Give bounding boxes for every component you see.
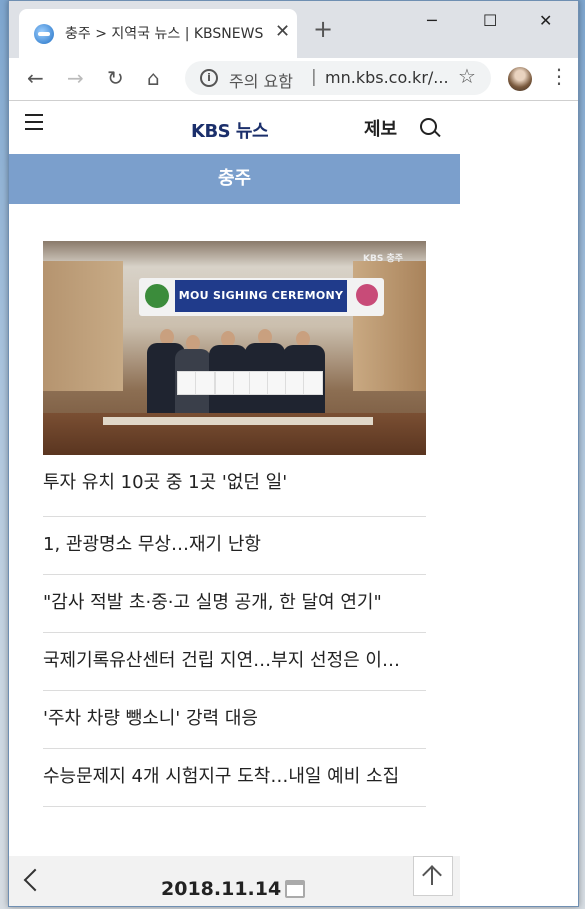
title-bar: 충주 > 지역국 뉴스 | KBSNEWS ✕ + ─ ☐ ✕ xyxy=(9,1,578,58)
tab-title: 충주 > 지역국 뉴스 | KBSNEWS xyxy=(65,26,264,42)
browser-tab[interactable]: 충주 > 지역국 뉴스 | KBSNEWS ✕ xyxy=(19,9,297,58)
brand-watermark: KBS 충주 xyxy=(363,254,404,264)
empty-viewport-area xyxy=(460,101,578,906)
home-icon[interactable]: ⌂ xyxy=(147,66,160,90)
featured-headline[interactable]: 투자 유치 10곳 중 1곳 '없던 일' xyxy=(43,468,287,494)
security-warning: 주의 요함 xyxy=(229,72,293,91)
report-button[interactable]: 제보 xyxy=(364,115,397,141)
province-logo-icon xyxy=(145,284,169,308)
current-date[interactable]: 2018.11.14 xyxy=(161,878,281,900)
hero-image[interactable]: MOU SIGHING CEREMONY KBS 충주 xyxy=(43,241,426,455)
browser-toolbar: ← → ↻ ⌂ i 주의 요함 | mn.kbs.co.kr/... ☆ ⋮ xyxy=(9,58,578,101)
star-icon[interactable]: ☆ xyxy=(458,64,476,88)
info-icon[interactable]: i xyxy=(200,69,218,87)
banner-title: MOU SIGHING CEREMONY xyxy=(178,289,344,302)
prev-date-icon[interactable] xyxy=(23,868,47,892)
back-arrow-icon[interactable]: ← xyxy=(27,66,44,90)
region-title-bar: 충주 xyxy=(9,154,460,204)
search-icon[interactable] xyxy=(420,118,437,135)
article-item[interactable]: 국제기록유산센터 건립 지연…부지 선정은 이… xyxy=(43,632,426,690)
scroll-top-button[interactable] xyxy=(413,856,453,896)
url-text[interactable]: mn.kbs.co.kr/... xyxy=(325,68,450,87)
browser-window: 충주 > 지역국 뉴스 | KBSNEWS ✕ + ─ ☐ ✕ ← → ↻ ⌂ … xyxy=(8,0,579,907)
date-navigation: 2018.11.14 xyxy=(9,856,460,906)
kbs-news-logo[interactable]: KBS 뉴스 xyxy=(191,117,269,143)
maximize-button[interactable]: ☐ xyxy=(483,11,497,30)
forward-arrow-icon[interactable]: → xyxy=(67,66,84,90)
article-item[interactable]: 수능문제지 4개 시험지구 도착…내일 예비 소집 xyxy=(43,748,426,807)
kbs-favicon-icon xyxy=(34,24,54,44)
article-list: 1, 관광명소 무상…재기 난항 "감사 적발 초·중·고 실명 공개, 한 달… xyxy=(43,516,426,807)
more-menu-icon[interactable]: ⋮ xyxy=(549,64,569,88)
new-tab-button[interactable]: + xyxy=(313,17,333,41)
city-logo-icon xyxy=(356,284,378,306)
article-item[interactable]: "감사 적발 초·중·고 실명 공개, 한 달여 연기" xyxy=(43,574,426,632)
ceremony-banner: MOU SIGHING CEREMONY xyxy=(139,278,384,316)
article-item[interactable]: 1, 관광명소 무상…재기 난항 xyxy=(43,516,426,574)
site-header: KBS 뉴스 제보 xyxy=(9,101,460,154)
reload-icon[interactable]: ↻ xyxy=(107,66,124,90)
tab-close-icon[interactable]: ✕ xyxy=(275,21,290,42)
page-content: KBS 뉴스 제보 충주 MOU SIGHING CEREMONY KBS 충주 xyxy=(9,101,460,906)
minimize-button[interactable]: ─ xyxy=(427,11,437,30)
calendar-icon[interactable] xyxy=(285,880,305,898)
omnibox-separator: | xyxy=(311,67,317,87)
article-item[interactable]: '주차 차량 뺑소니' 강력 대응 xyxy=(43,690,426,748)
close-window-button[interactable]: ✕ xyxy=(539,11,552,30)
address-bar[interactable]: i 주의 요함 | mn.kbs.co.kr/... ☆ xyxy=(185,61,491,95)
hamburger-icon[interactable] xyxy=(25,114,43,130)
profile-avatar[interactable] xyxy=(508,67,532,91)
